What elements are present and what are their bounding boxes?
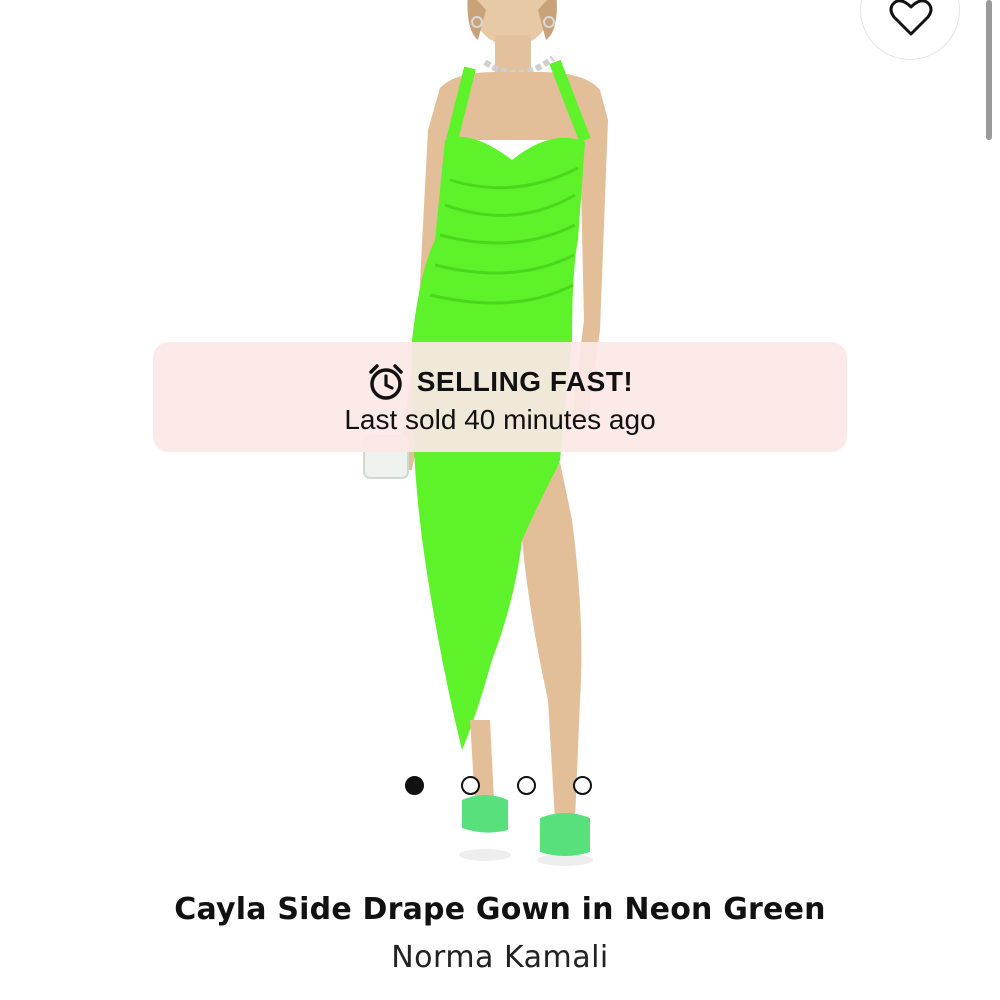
scrollbar[interactable] xyxy=(986,0,992,140)
carousel-dot-3[interactable] xyxy=(517,776,536,795)
carousel-dot-2[interactable] xyxy=(461,776,480,795)
image-carousel-dots xyxy=(405,776,592,795)
selling-fast-banner: SELLING FAST! Last sold 40 minutes ago xyxy=(153,342,847,452)
alarm-clock-icon xyxy=(369,364,403,400)
product-title: Cayla Side Drape Gown in Neon Green xyxy=(174,892,826,927)
brand-name[interactable]: Norma Kamali xyxy=(0,940,1000,975)
urgency-subtitle: Last sold 40 minutes ago xyxy=(344,404,656,435)
urgency-headline: SELLING FAST! xyxy=(153,362,847,402)
urgency-title: SELLING FAST! xyxy=(416,366,634,397)
heart-icon xyxy=(889,0,933,36)
carousel-dot-1[interactable] xyxy=(405,776,424,795)
carousel-dot-4[interactable] xyxy=(573,776,592,795)
product-detail-screen: SELLING FAST! Last sold 40 minutes ago C… xyxy=(0,0,1000,1000)
